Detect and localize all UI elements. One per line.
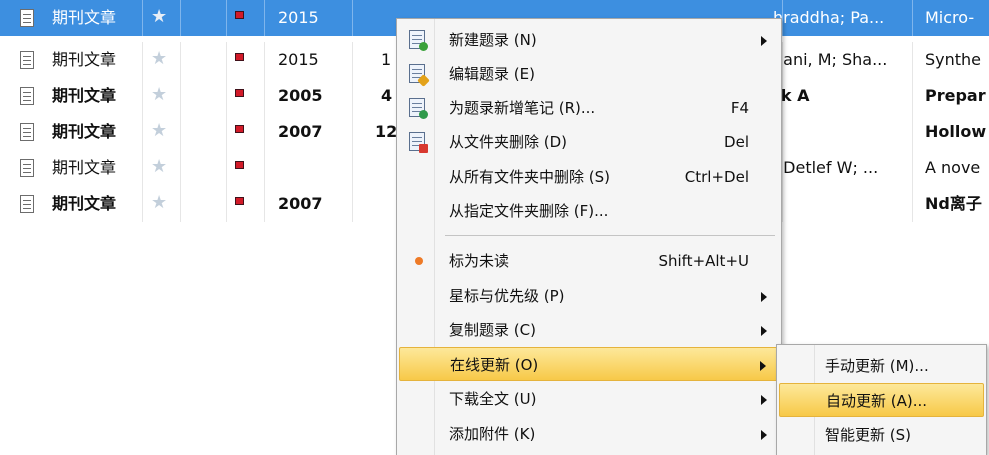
edit-record-icon [409, 64, 430, 87]
priority-flag-icon [235, 11, 244, 19]
online-update-submenu: 手动更新 (M)... 自动更新 (A)... 智能更新 (S) [776, 344, 987, 455]
menu-item-edit-record[interactable]: 编辑题录 (E) [399, 57, 779, 91]
priority-flag-icon [235, 53, 244, 61]
record-authors: , Detlef W; ... [773, 158, 879, 177]
record-year: 2005 [278, 86, 323, 105]
new-record-icon [409, 30, 428, 51]
delete-record-icon [409, 132, 428, 153]
priority-flag-icon [235, 197, 244, 205]
record-title: Hollow [925, 122, 987, 141]
record-column-5: 12 [375, 122, 398, 141]
submenu-item-smart-update[interactable]: 智能更新 (S) [779, 418, 984, 452]
star-icon[interactable]: ★ [151, 6, 167, 28]
menu-item-star-priority[interactable]: 星标与优先级 (P) [399, 279, 779, 313]
document-icon [20, 159, 34, 177]
priority-flag-icon [235, 89, 244, 97]
menu-item-copy-record[interactable]: 复制题录 (C) [399, 313, 779, 347]
record-authors: hani, M; Sha... [773, 50, 888, 69]
document-icon [20, 9, 34, 27]
priority-flag-icon [235, 125, 244, 133]
submenu-arrow-icon [761, 395, 767, 405]
record-type: 期刊文章 [52, 50, 117, 69]
menu-item-new-record[interactable]: 新建题录 (N) [399, 23, 779, 57]
menu-item-delete-from-specified-folder[interactable]: 从指定文件夹删除 (F)... [399, 194, 779, 228]
menu-item-delete-from-folder[interactable]: 从文件夹删除 (D) Del [399, 125, 779, 159]
star-icon[interactable]: ★ [151, 120, 167, 142]
context-menu: 新建题录 (N) 编辑题录 (E) 为题录新增笔记 (R)... F4 从文件夹… [396, 18, 782, 455]
star-icon[interactable]: ★ [151, 84, 167, 106]
submenu-item-auto-update[interactable]: 自动更新 (A)... [779, 383, 984, 417]
record-title: Micro- [925, 8, 975, 27]
submenu-arrow-icon [761, 430, 767, 440]
menu-item-add-note[interactable]: 为题录新增笔记 (R)... F4 [399, 91, 779, 125]
star-icon[interactable]: ★ [151, 48, 167, 70]
menu-separator [445, 235, 775, 236]
shortcut-label: Ctrl+Del [684, 168, 749, 186]
menu-item-delete-from-all-folders[interactable]: 从所有文件夹中删除 (S) Ctrl+Del [399, 160, 779, 194]
document-icon [20, 195, 34, 213]
record-type: 期刊文章 [52, 194, 117, 213]
star-icon[interactable]: ★ [151, 156, 167, 178]
submenu-arrow-icon [760, 361, 766, 371]
record-type: 期刊文章 [52, 122, 117, 141]
submenu-arrow-icon [761, 326, 767, 336]
record-title: Prepar [925, 86, 986, 105]
menu-item-add-attachment[interactable]: 添加附件 (K) [399, 417, 779, 451]
record-year: 2015 [278, 50, 319, 69]
submenu-arrow-icon [761, 36, 767, 46]
submenu-arrow-icon [761, 292, 767, 302]
submenu-item-manual-update[interactable]: 手动更新 (M)... [779, 349, 984, 383]
record-column-5: 4 [381, 86, 393, 105]
record-year: 2007 [278, 194, 323, 213]
record-authors: hraddha; Pa... [773, 8, 885, 27]
star-icon[interactable]: ★ [151, 192, 167, 214]
priority-flag-icon [235, 161, 244, 169]
record-title: Nd离子 [925, 194, 982, 213]
document-icon [20, 87, 34, 105]
record-type: 期刊文章 [52, 8, 117, 27]
unread-dot-icon [415, 257, 423, 265]
document-icon [20, 51, 34, 69]
record-year: 2015 [278, 8, 319, 27]
record-title: Synthe [925, 50, 982, 69]
shortcut-label: F4 [730, 99, 749, 117]
record-type: 期刊文章 [52, 158, 117, 177]
menu-item-online-update[interactable]: 在线更新 (O) [399, 347, 779, 381]
document-icon [20, 123, 34, 141]
add-note-icon [409, 98, 428, 119]
record-type: 期刊文章 [52, 86, 117, 105]
record-title: A nove [925, 158, 981, 177]
shortcut-label: Shift+Alt+U [658, 252, 749, 270]
menu-item-mark-unread[interactable]: 标为未读 Shift+Alt+U [399, 244, 779, 278]
record-year: 2007 [278, 122, 323, 141]
record-column-5: 1 [381, 50, 392, 69]
shortcut-label: Del [724, 133, 749, 151]
menu-item-download-fulltext[interactable]: 下载全文 (U) [399, 382, 779, 416]
